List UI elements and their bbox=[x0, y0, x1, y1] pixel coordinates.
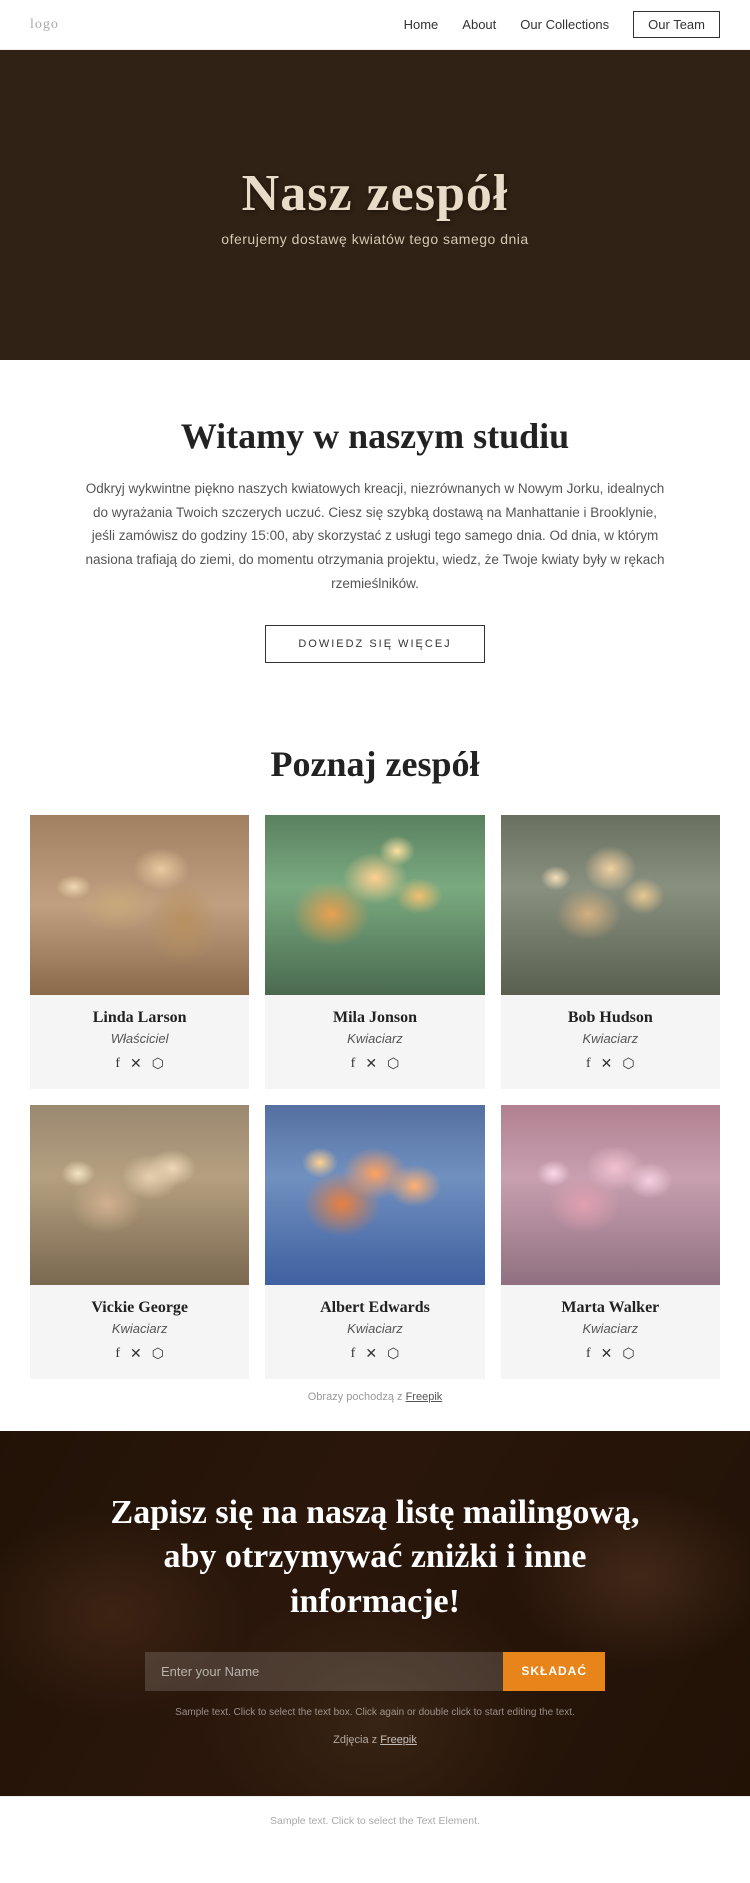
nav-link-collections[interactable]: Our Collections bbox=[520, 17, 609, 32]
instagram-icon[interactable]: ⬡ bbox=[622, 1056, 634, 1073]
hero-content: Nasz zespół oferujemy dostawę kwiatów te… bbox=[221, 164, 528, 247]
team-member-name: Mila Jonson bbox=[275, 1009, 474, 1027]
team-member-role: Właściciel bbox=[40, 1031, 239, 1046]
social-icons: f ✕ ⬡ bbox=[511, 1056, 710, 1073]
team-member-name: Marta Walker bbox=[511, 1299, 710, 1317]
nav-link-about[interactable]: About bbox=[462, 17, 496, 32]
team-member-role: Kwiaciarz bbox=[40, 1321, 239, 1336]
hero-subtitle: oferujemy dostawę kwiatów tego samego dn… bbox=[221, 231, 528, 247]
nav-link-team[interactable]: Our Team bbox=[633, 11, 720, 38]
team-member-name: Vickie George bbox=[40, 1299, 239, 1317]
team-photo bbox=[265, 1105, 484, 1285]
image-credit: Obrazy pochodzą z Freepik bbox=[30, 1379, 720, 1411]
team-card: Linda Larson Właściciel f ✕ ⬡ bbox=[30, 815, 249, 1089]
facebook-icon[interactable]: f bbox=[115, 1056, 120, 1073]
social-icons: f ✕ ⬡ bbox=[511, 1346, 710, 1363]
instagram-icon[interactable]: ⬡ bbox=[387, 1056, 399, 1073]
facebook-icon[interactable]: f bbox=[351, 1056, 356, 1073]
footer: Sample text. Click to select the Text El… bbox=[0, 1796, 750, 1845]
team-member-role: Kwiaciarz bbox=[511, 1031, 710, 1046]
freepik-photo-link[interactable]: Freepik bbox=[380, 1734, 417, 1746]
team-photo bbox=[30, 1105, 249, 1285]
learn-more-button[interactable]: DOWIEDZ SIĘ WIĘCEJ bbox=[265, 625, 484, 663]
social-icons: f ✕ ⬡ bbox=[275, 1346, 474, 1363]
twitter-x-icon[interactable]: ✕ bbox=[601, 1346, 613, 1363]
team-member-role: Kwiaciarz bbox=[275, 1321, 474, 1336]
team-member-name: Albert Edwards bbox=[275, 1299, 474, 1317]
team-card: Vickie George Kwiaciarz f ✕ ⬡ bbox=[30, 1105, 249, 1379]
team-member-role: Kwiaciarz bbox=[511, 1321, 710, 1336]
newsletter-submit-button[interactable]: SKŁADAĆ bbox=[503, 1652, 605, 1691]
twitter-x-icon[interactable]: ✕ bbox=[365, 1056, 377, 1073]
newsletter-section: Zapisz się na naszą listę mailingową, ab… bbox=[0, 1431, 750, 1796]
welcome-section: Witamy w naszym studiu Odkryj wykwintne … bbox=[0, 360, 750, 703]
team-card: Marta Walker Kwiaciarz f ✕ ⬡ bbox=[501, 1105, 720, 1379]
instagram-icon[interactable]: ⬡ bbox=[387, 1346, 399, 1363]
team-member-role: Kwiaciarz bbox=[275, 1031, 474, 1046]
team-heading: Poznaj zespół bbox=[30, 743, 720, 785]
team-section: Poznaj zespół Linda Larson Właściciel f … bbox=[0, 703, 750, 1431]
instagram-icon[interactable]: ⬡ bbox=[622, 1346, 634, 1363]
logo: logo bbox=[30, 17, 59, 33]
team-photo bbox=[501, 815, 720, 995]
facebook-icon[interactable]: f bbox=[586, 1346, 591, 1363]
social-icons: f ✕ ⬡ bbox=[40, 1346, 239, 1363]
newsletter-title: Zapisz się na naszą listę mailingową, ab… bbox=[80, 1491, 670, 1624]
facebook-icon[interactable]: f bbox=[351, 1346, 356, 1363]
hero-section: Nasz zespół oferujemy dostawę kwiatów te… bbox=[0, 50, 750, 360]
newsletter-form: SKŁADAĆ bbox=[145, 1652, 605, 1691]
navbar: logo Home About Our Collections Our Team bbox=[0, 0, 750, 50]
instagram-icon[interactable]: ⬡ bbox=[152, 1346, 164, 1363]
newsletter-sample-text: Sample text. Click to select the text bo… bbox=[80, 1705, 670, 1720]
team-card: Bob Hudson Kwiaciarz f ✕ ⬡ bbox=[501, 815, 720, 1089]
facebook-icon[interactable]: f bbox=[115, 1346, 120, 1363]
twitter-x-icon[interactable]: ✕ bbox=[130, 1346, 142, 1363]
team-member-name: Bob Hudson bbox=[511, 1009, 710, 1027]
nav-link-home[interactable]: Home bbox=[404, 17, 439, 32]
nav-links: Home About Our Collections Our Team bbox=[404, 11, 720, 38]
freepik-link[interactable]: Freepik bbox=[406, 1391, 443, 1403]
twitter-x-icon[interactable]: ✕ bbox=[130, 1056, 142, 1073]
team-grid: Linda Larson Właściciel f ✕ ⬡ Mila Jonso… bbox=[30, 815, 720, 1379]
hero-title: Nasz zespół bbox=[221, 164, 528, 223]
team-card: Albert Edwards Kwiaciarz f ✕ ⬡ bbox=[265, 1105, 484, 1379]
social-icons: f ✕ ⬡ bbox=[275, 1056, 474, 1073]
newsletter-input[interactable] bbox=[145, 1652, 503, 1691]
social-icons: f ✕ ⬡ bbox=[40, 1056, 239, 1073]
welcome-heading: Witamy w naszym studiu bbox=[80, 415, 670, 457]
instagram-icon[interactable]: ⬡ bbox=[152, 1056, 164, 1073]
team-photo bbox=[265, 815, 484, 995]
twitter-x-icon[interactable]: ✕ bbox=[365, 1346, 377, 1363]
newsletter-photo-credit: Zdjęcia z Freepik bbox=[80, 1734, 670, 1746]
welcome-body: Odkryj wykwintne piękno naszych kwiatowy… bbox=[80, 477, 670, 595]
team-photo bbox=[501, 1105, 720, 1285]
team-card: Mila Jonson Kwiaciarz f ✕ ⬡ bbox=[265, 815, 484, 1089]
twitter-x-icon[interactable]: ✕ bbox=[601, 1056, 613, 1073]
team-photo bbox=[30, 815, 249, 995]
facebook-icon[interactable]: f bbox=[586, 1056, 591, 1073]
footer-sample-text: Sample text. Click to select the Text El… bbox=[30, 1815, 720, 1827]
team-member-name: Linda Larson bbox=[40, 1009, 239, 1027]
